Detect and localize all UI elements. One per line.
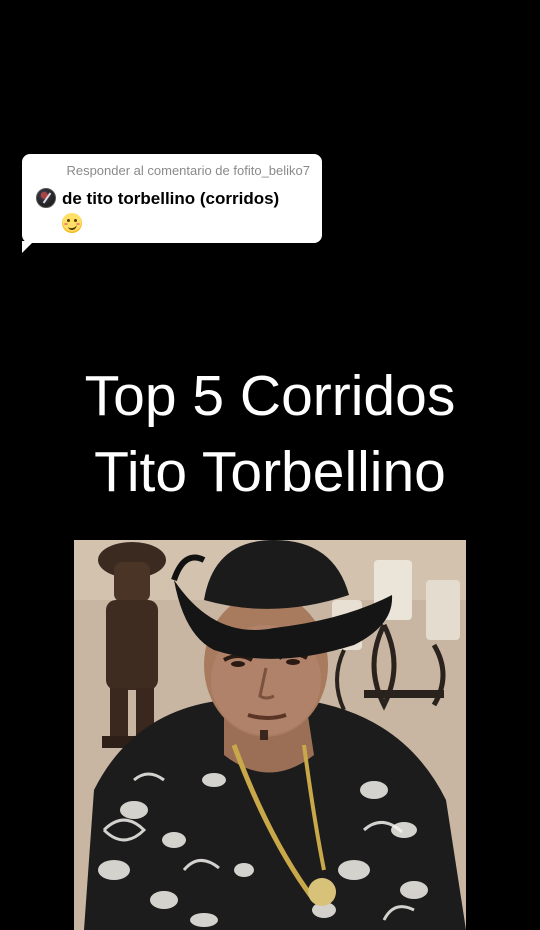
reply-comment-text: de tito torbellino (corridos) (62, 189, 280, 208)
reply-body: de tito torbellino (corridos) (36, 188, 310, 233)
video-frame[interactable]: Responder al comentario de fofito_beliko… (0, 0, 540, 930)
video-title: Top 5 Corridos Tito Torbellino (0, 358, 540, 510)
title-line-1: Top 5 Corridos (84, 364, 456, 428)
title-line-2: Tito Torbellino (94, 440, 446, 504)
reply-header: Responder al comentario de fofito_beliko… (66, 163, 310, 178)
man-in-black-cowboy-hat-photo (74, 540, 466, 930)
user-avatar (36, 188, 56, 208)
reply-comment-sticker[interactable]: Responder al comentario de fofito_beliko… (22, 154, 322, 253)
woozy-face-icon (62, 213, 82, 233)
bubble-tail (22, 241, 34, 253)
